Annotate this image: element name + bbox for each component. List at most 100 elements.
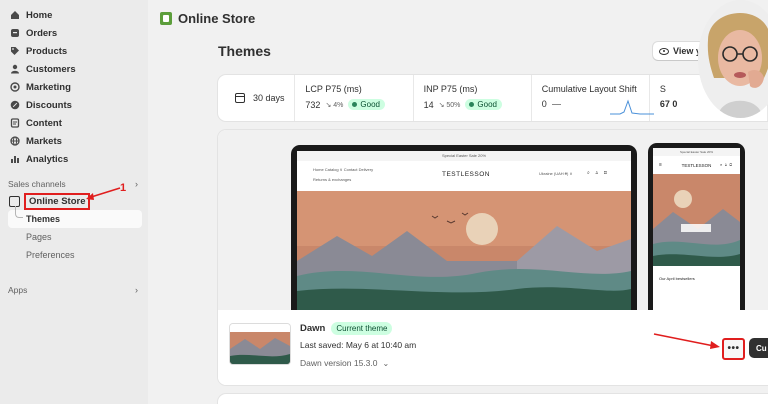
bar-chart-icon <box>9 154 20 165</box>
target-icon <box>9 82 20 93</box>
sidebar-item-content[interactable]: Content <box>0 114 148 132</box>
apps-header[interactable]: Apps › <box>0 282 148 298</box>
online-store-label: Online Store <box>24 192 91 210</box>
status-dot-icon <box>352 102 358 107</box>
mobile-preview: Special Easter Sale 20% ≡ TESTLESSON ⌕♙⊡… <box>648 143 745 310</box>
status-text: Good <box>360 100 380 109</box>
sidebar-item-markets[interactable]: Markets <box>0 132 148 150</box>
phone-announcement-bar: Special Easter Sale 20% <box>653 148 740 156</box>
sidebar-item-marketing[interactable]: Marketing <box>0 78 148 96</box>
more-dots-icon: ••• <box>727 343 740 354</box>
customize-button[interactable]: Cu <box>749 338 768 358</box>
phone-hero-illustration <box>653 174 740 266</box>
status-badge: Good <box>348 99 385 110</box>
sidebar-item-label: Analytics <box>26 153 69 165</box>
metric-value: 732 <box>305 99 321 110</box>
discount-icon <box>9 100 20 111</box>
theme-library-card <box>218 394 768 404</box>
theme-name: Dawn Current theme <box>300 322 393 335</box>
theme-name-text: Dawn <box>300 323 326 334</box>
phone-header-icons: ⌕♙⊡ <box>720 162 734 167</box>
sidebar-item-home[interactable]: Home <box>0 6 148 24</box>
sidebar-item-label: Products <box>26 45 68 57</box>
sidebar-item-label: Marketing <box>26 81 71 93</box>
sidebar-item-label: Markets <box>26 135 62 147</box>
store-logo: TESTLESSON <box>442 171 490 178</box>
desktop-preview: Special Easter Sale 20% Home Catalog ∨ C… <box>291 145 637 310</box>
hamburger-icon: ≡ <box>659 162 662 168</box>
metric-delta: ↘ 4% <box>325 101 344 109</box>
announcement-bar: Special Easter Sale 20% <box>297 151 631 161</box>
status-dot-icon <box>469 102 475 107</box>
sidebar-subitem-preferences[interactable]: Preferences <box>0 246 148 264</box>
metric-label: LCP P75 (ms) <box>305 84 362 94</box>
status-badge: Good <box>465 99 502 110</box>
sidebar-item-discounts[interactable]: Discounts <box>0 96 148 114</box>
store-header-icons: ⌕♙⊡ <box>587 170 612 176</box>
sales-channels-label: Sales channels <box>8 179 66 189</box>
sidebar-item-analytics[interactable]: Analytics <box>0 150 148 168</box>
sidebar-item-label: Discounts <box>26 99 72 111</box>
last-saved-text: Last saved: May 6 at 10:40 am <box>300 340 417 350</box>
metric-inp[interactable]: INP P75 (ms) 14 ↘ 50% Good <box>414 75 532 121</box>
metric-delta: ↘ 50% <box>438 101 461 109</box>
theme-thumbnail[interactable] <box>230 324 290 364</box>
metric-value: 0 <box>541 99 547 109</box>
page-title: Themes <box>218 43 271 59</box>
document-icon <box>9 118 20 129</box>
online-store-icon <box>160 11 172 25</box>
annotation-number: 1 <box>120 182 127 194</box>
home-icon <box>9 10 20 21</box>
metric-value: 67 0 <box>659 99 678 109</box>
hero-illustration <box>297 191 631 310</box>
orders-icon <box>9 28 20 39</box>
no-change-icon <box>551 103 561 105</box>
person-icon <box>9 64 20 75</box>
sidebar-item-orders[interactable]: Orders <box>0 24 148 42</box>
sidebar-subitem-pages[interactable]: Pages <box>0 228 148 246</box>
theme-preview-area[interactable]: Special Easter Sale 20% Home Catalog ∨ C… <box>218 130 768 310</box>
date-range-selector[interactable]: 30 days <box>218 75 296 121</box>
metric-cls[interactable]: Cumulative Layout Shift 0 <box>532 75 654 121</box>
more-actions-button[interactable]: ••• <box>722 338 745 360</box>
phone-store-logo: TESTLESSON <box>681 162 712 168</box>
theme-version-text: Dawn version 15.3.0 <box>300 358 378 368</box>
theme-version-toggle[interactable]: Dawn version 15.3.0 ⌄ <box>300 358 389 368</box>
chevron-right-icon: › <box>135 285 138 295</box>
sidebar-item-label: Orders <box>26 27 58 39</box>
tree-connector <box>15 206 23 218</box>
globe-icon <box>9 136 20 147</box>
sidebar-item-label: Customers <box>26 63 76 75</box>
metric-label: Cumulative Layout Shift <box>541 84 637 94</box>
store-nav-links-2: Returns & exchanges <box>313 177 352 182</box>
sidebar-item-label: Home <box>26 9 53 21</box>
metric-value: 14 <box>423 99 434 110</box>
sidebar-item-products[interactable]: Products <box>0 42 148 60</box>
phone-bestsellers-heading: Our April bestsellers <box>659 276 695 281</box>
store-header: Online Store <box>160 8 255 28</box>
chevron-down-icon: ⌄ <box>382 358 390 368</box>
metric-label: INP P75 (ms) <box>423 84 478 94</box>
annotation-arrow-right <box>653 333 720 349</box>
current-theme-badge: Current theme <box>331 322 393 335</box>
calendar-icon <box>235 93 245 103</box>
store-nav-links: Home Catalog ∨ Contact Delivery <box>313 167 374 172</box>
metric-lcp[interactable]: LCP P75 (ms) 732 ↘ 4% Good <box>295 75 414 121</box>
sidebar-subitem-themes[interactable]: Themes <box>8 210 142 228</box>
sidebar-item-label: Content <box>26 117 62 129</box>
store-icon <box>9 195 20 207</box>
sparkline <box>609 99 654 115</box>
tag-icon <box>9 46 20 57</box>
apps-label: Apps <box>8 285 28 295</box>
chevron-right-icon: › <box>135 179 138 189</box>
status-text: Good <box>477 100 497 109</box>
sidebar: Home Orders Products Customers Marketing… <box>0 0 148 404</box>
country-selector: Ukraine (UAH ₴) ∨ <box>539 171 573 176</box>
customize-label: Cu <box>756 343 767 353</box>
date-range-label: 30 days <box>253 93 285 103</box>
performance-metrics: 30 days LCP P75 (ms) 732 ↘ 4% Good INP P… <box>218 75 768 121</box>
store-title: Online Store <box>178 10 256 26</box>
sidebar-item-customers[interactable]: Customers <box>0 60 148 78</box>
eye-icon <box>659 47 669 55</box>
annotation-arrow-left <box>86 187 121 200</box>
